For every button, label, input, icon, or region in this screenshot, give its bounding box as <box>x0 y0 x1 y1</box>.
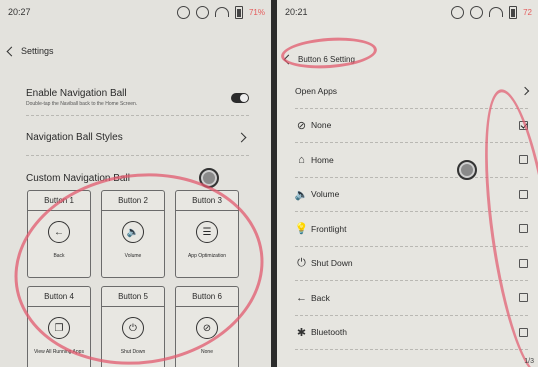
option-checkbox[interactable] <box>519 258 528 268</box>
enable-nav-toggle[interactable] <box>231 92 249 103</box>
option-row[interactable]: ⌂ Home <box>295 143 528 178</box>
enable-nav-ball-row[interactable]: Enable Navigation Ball Double-tap the Na… <box>26 76 249 116</box>
option-label: None <box>311 120 332 131</box>
custom-nav-title: Custom Navigation Ball <box>26 172 130 184</box>
option-row[interactable]: ⊘ None <box>295 109 528 143</box>
left-screenshot: 20:27 71% Settings Enable Navigation Bal… <box>0 0 271 367</box>
wifi-icon <box>489 7 504 17</box>
option-left: ⌂ Home <box>295 153 334 166</box>
chevron-left-icon <box>283 54 294 64</box>
button-card-label: Back <box>53 253 65 259</box>
page-indicator: 1/3 <box>524 358 534 365</box>
button-card-label: Shut Down <box>120 349 146 355</box>
battery-level: 71% <box>248 7 265 17</box>
sync-icon <box>176 5 190 19</box>
button-card-3[interactable]: Button 3 ☰ App Optimization <box>175 190 239 278</box>
option-row[interactable]: ⏻ Shut Down <box>295 247 528 281</box>
option-label: Home <box>311 154 334 165</box>
battery-level: 72 <box>523 7 532 17</box>
button-card-title: Button 6 <box>176 287 238 307</box>
option-label: Bluetooth <box>311 327 347 338</box>
status-bar: 20:21 72 <box>277 0 538 24</box>
back-button[interactable]: Settings <box>0 38 271 64</box>
option-row[interactable]: ← Back <box>295 281 528 316</box>
right-screenshot: 20:21 72 Button 6 Setting Open Apps ⊘ None… <box>277 0 538 367</box>
status-icons: 71% <box>176 5 265 19</box>
wifi-icon <box>214 7 229 17</box>
option-row[interactable]: 🔈 Volume <box>294 178 528 212</box>
option-list: Open Apps ⊘ None ⌂ Home 🔈 Volume 💡 Frontlight ⏻ Sh… <box>277 74 538 350</box>
recent-apps-icon: ❐ <box>48 317 70 339</box>
button-card-title: Button 2 <box>102 191 164 211</box>
option-label: Shut Down <box>311 258 353 269</box>
sync-icon <box>451 5 465 19</box>
volume-icon: 🔈 <box>294 188 309 201</box>
button-card-label: None <box>201 349 213 355</box>
power-icon: ⏻ <box>122 317 144 339</box>
chevron-right-icon <box>236 132 247 143</box>
nav-ball-styles-row[interactable]: Navigation Ball Styles <box>26 116 249 156</box>
sliders-icon: ☰ <box>196 221 218 243</box>
chevron-left-icon <box>6 46 17 56</box>
bluetooth-icon: ✱ <box>296 326 307 339</box>
page-title: Button 6 Setting <box>298 54 355 64</box>
button-card-label: View All Running Apps <box>34 349 84 355</box>
status-time: 20:27 <box>8 7 31 17</box>
battery-icon <box>509 5 518 19</box>
page-title: Settings <box>21 46 54 56</box>
button-card-label: Volume <box>124 253 142 259</box>
button-card-label: App Optimization <box>187 253 227 259</box>
power-icon: ⏻ <box>297 256 306 269</box>
back-button[interactable]: Button 6 Setting <box>277 44 538 74</box>
bulb-icon: 💡 <box>294 223 309 236</box>
home-icon: ⌂ <box>298 153 305 166</box>
nav-styles-title: Navigation Ball Styles <box>26 132 123 143</box>
enable-nav-title: Enable Navigation Ball <box>26 88 127 99</box>
volume-icon: 🔈 <box>122 221 144 243</box>
option-left: ⊘ None <box>295 119 331 132</box>
button-card-4[interactable]: Button 4 ❐ View All Running Apps <box>27 286 91 367</box>
option-row[interactable]: Open Apps <box>295 74 530 109</box>
option-left: 🔈 Volume <box>294 188 340 201</box>
arrow-left-icon: ← <box>48 221 70 243</box>
button-card-title: Button 5 <box>102 287 164 307</box>
chevron-right-icon[interactable] <box>520 86 530 95</box>
button-card-6[interactable]: Button 6 ⊘ None <box>175 286 239 367</box>
option-label: Back <box>311 292 330 303</box>
none-icon: ⊘ <box>196 317 218 339</box>
button-card-5[interactable]: Button 5 ⏻ Shut Down <box>101 286 165 367</box>
option-label: Volume <box>311 189 340 200</box>
bulb-icon <box>195 5 209 19</box>
bulb-icon <box>470 5 484 19</box>
option-left: ⏻ Shut Down <box>295 256 353 270</box>
enable-nav-subtitle: Double-tap the Naviball back to the Home… <box>26 101 138 107</box>
option-checkbox[interactable] <box>519 327 528 337</box>
option-checkbox[interactable] <box>519 189 528 199</box>
option-row[interactable]: 💡 Frontlight <box>295 212 528 247</box>
arrow-left-icon: ← <box>296 291 307 304</box>
button-card-title: Button 4 <box>28 287 90 307</box>
option-label: Frontlight <box>311 223 347 234</box>
button-card-title: Button 1 <box>28 191 90 211</box>
status-time: 20:21 <box>285 7 308 17</box>
option-checkbox[interactable] <box>519 293 528 303</box>
option-checkbox[interactable] <box>519 224 528 234</box>
option-left: ✱ Bluetooth <box>295 326 347 339</box>
none-icon: ⊘ <box>296 119 307 132</box>
navigation-ball[interactable] <box>457 160 477 180</box>
option-left: Open Apps <box>295 86 337 96</box>
status-icons: 72 <box>451 5 532 19</box>
option-label: Open Apps <box>295 85 338 96</box>
option-checkbox[interactable] <box>519 120 528 130</box>
button-card-title: Button 3 <box>176 191 238 211</box>
navigation-ball[interactable] <box>199 168 219 188</box>
status-bar: 20:27 71% <box>0 0 271 24</box>
option-checkbox[interactable] <box>519 155 528 165</box>
button-card-2[interactable]: Button 2 🔈 Volume <box>101 190 165 278</box>
option-left: 💡 Frontlight <box>294 222 347 236</box>
button-card-1[interactable]: Button 1 ← Back <box>27 190 91 278</box>
option-row[interactable]: ✱ Bluetooth <box>295 316 528 350</box>
option-left: ← Back <box>295 291 330 304</box>
battery-icon <box>234 5 243 19</box>
